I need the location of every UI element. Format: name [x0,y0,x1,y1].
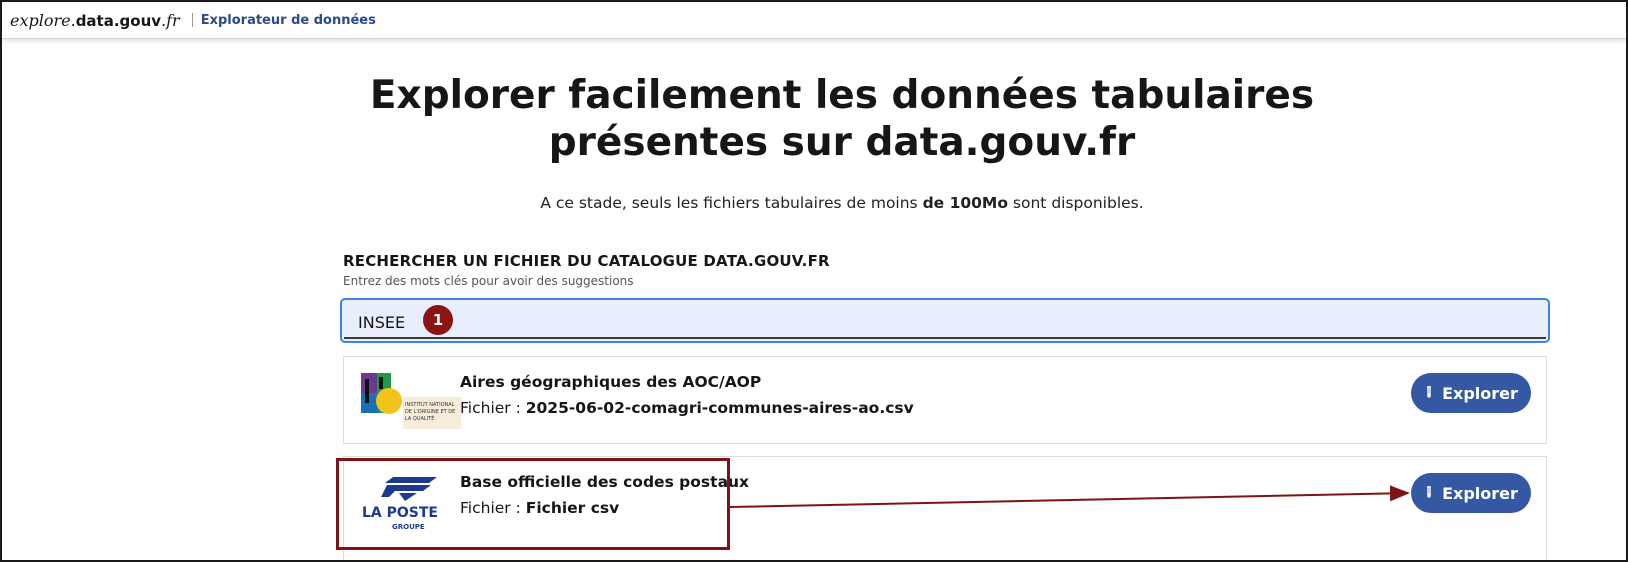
brand-prefix: explore. [10,10,76,30]
annotation-highlight-box [336,458,730,550]
brand-bold: data.gouv [75,11,162,30]
header-divider [191,13,193,27]
search-label: RECHERCHER UN FICHIER DU CATALOGUE DATA.… [343,252,830,270]
page-title-line2: présentes sur data.gouv.fr [548,120,1136,165]
description-end: sont disponibles. [1008,194,1144,212]
explore-button-label: Explorer [1442,383,1518,403]
file-prefix: Fichier : [460,399,526,417]
result-item[interactable]: INSTITUT NATIONAL DE L'ORIGINE ET DE LA … [343,356,1547,444]
result-file: Fichier : 2025-06-02-comagri-communes-ai… [460,399,914,417]
search-input[interactable] [358,310,1258,334]
description-text: A ce stade, seuls les fichiers tabulaire… [540,194,923,212]
site-logo[interactable]: explore. data.gouv .fr [10,11,180,30]
explore-button[interactable]: Explorer [1411,373,1531,413]
page-frame: explore. data.gouv .fr Explorateur de donn… [0,0,1628,562]
inao-logo: INSTITUT NATIONAL DE L'ORIGINE ET DE LA … [359,371,462,431]
header-subtitle[interactable]: Explorateur de données [201,13,376,28]
test-tube-icon [1427,486,1432,498]
brand-suffix: .fr [161,10,180,30]
search-hint: Entrez des mots clés pour avoir des sugg… [343,274,634,288]
svg-text:INSTITUT NATIONAL: INSTITUT NATIONAL [405,402,455,408]
file-name: 2025-06-02-comagri-communes-aires-ao.csv [525,399,914,417]
page-title-line1: Explorer facilement les données tabulair… [369,73,1315,118]
description-bold: de 100Mo [922,194,1008,212]
search-field[interactable] [340,298,1550,343]
page-description: A ce stade, seuls les fichiers tabulaire… [342,194,1342,212]
svg-text:LA QUALITÉ: LA QUALITÉ [405,414,434,422]
page-title: Explorer facilement les données tabulair… [342,72,1342,166]
top-header: explore. data.gouv .fr Explorateur de donn… [2,2,1626,39]
explore-button[interactable]: Explorer [1411,473,1531,513]
step-badge: 1 [423,305,453,335]
result-title[interactable]: Aires géographiques des AOC/AOP [460,373,761,391]
test-tube-icon [1427,386,1432,398]
explore-button-label: Explorer [1442,483,1518,503]
svg-text:DE L'ORIGINE ET DE: DE L'ORIGINE ET DE [405,409,455,415]
